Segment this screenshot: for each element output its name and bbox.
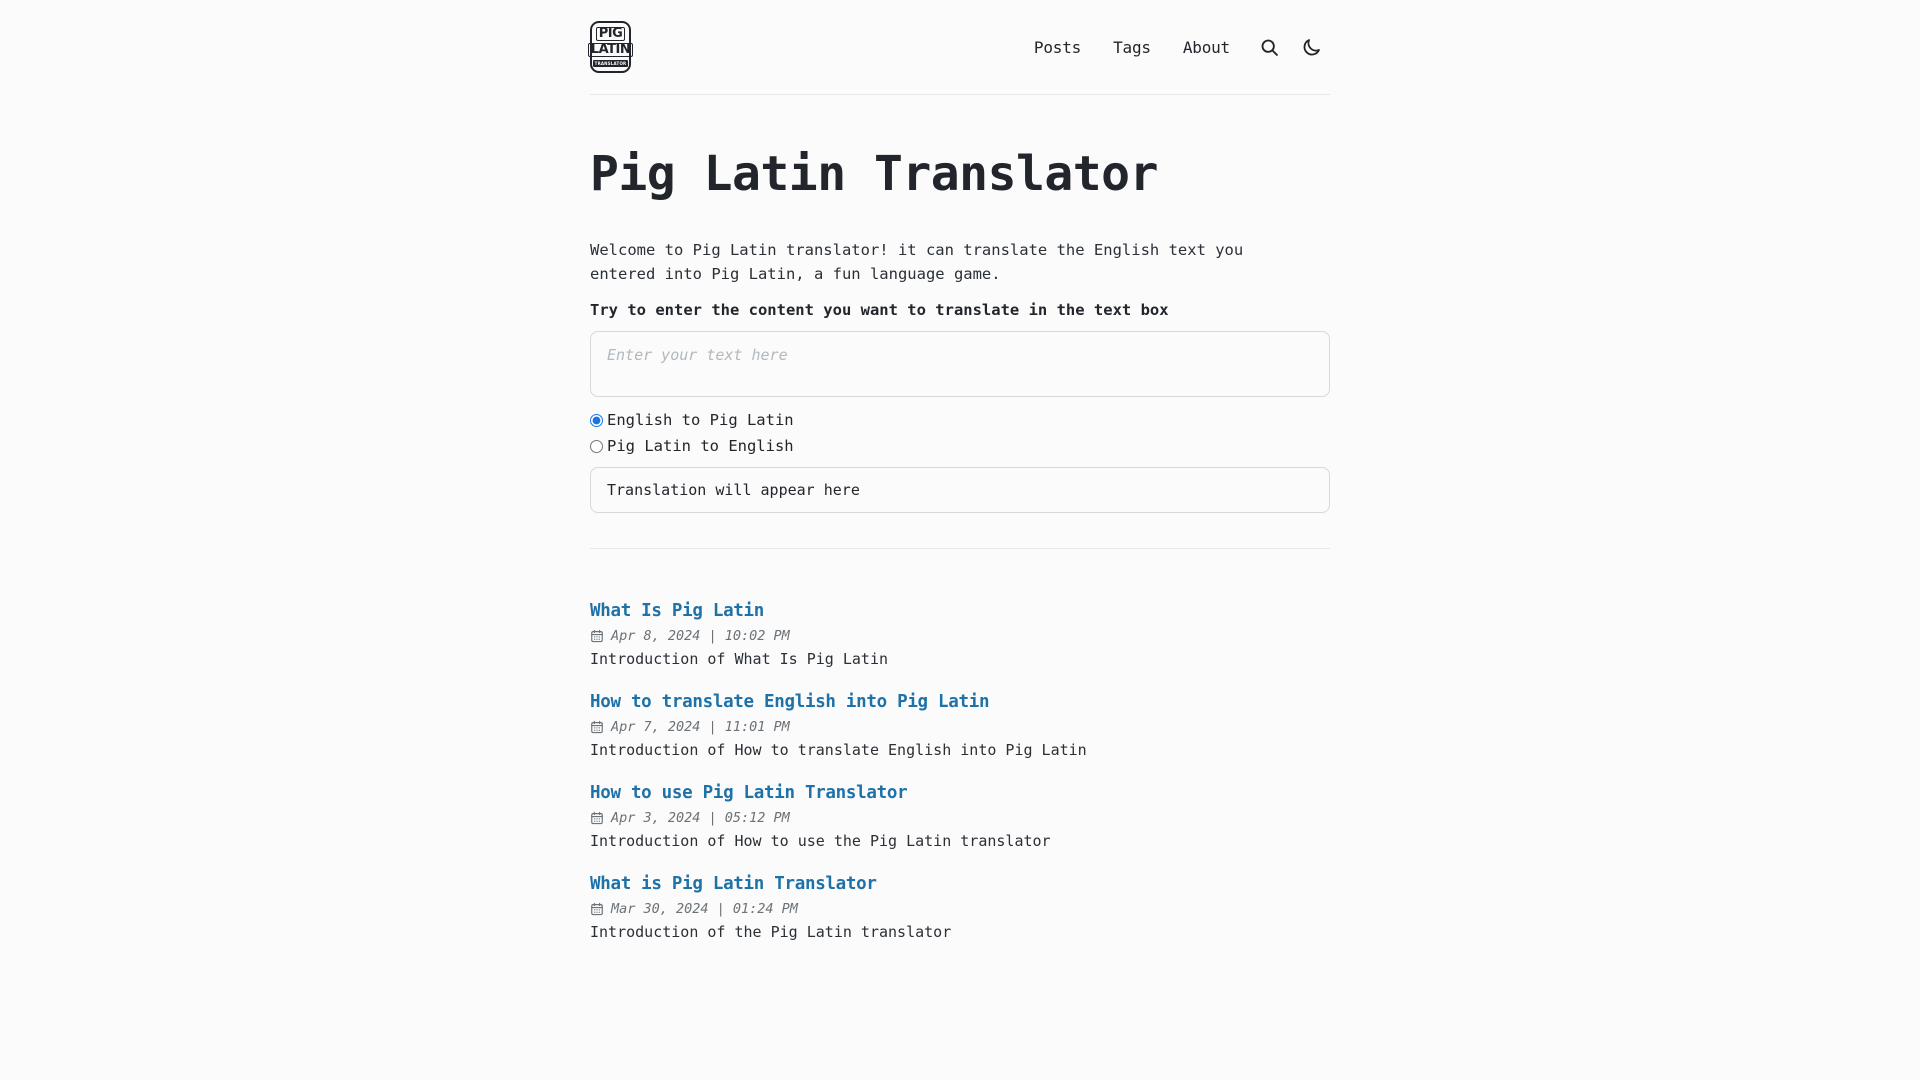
post-date: Apr 8, 2024 | 10:02 PM	[611, 628, 790, 645]
post-title-link[interactable]: What is Pig Latin Translator	[590, 874, 877, 894]
translation-output-text: Translation will appear here	[607, 481, 860, 500]
option-english-to-pig-latin[interactable]: English to Pig Latin	[590, 407, 1330, 433]
post-meta: Apr 8, 2024 | 10:02 PM	[590, 621, 1330, 644]
nav-item-posts[interactable]: Posts	[1018, 30, 1097, 65]
post-list: What Is Pig Latin Apr 8, 2024 | 10:02 PM…	[590, 549, 1330, 941]
content-container: PIG LATIN TRANSLATOR Posts Tags About Pi…	[587, 0, 1330, 941]
option-pig-latin-to-english[interactable]: Pig Latin to English	[590, 433, 1330, 459]
option-label-pig-latin-to-english[interactable]: Pig Latin to English	[605, 437, 794, 455]
radio-english-to-pig-latin[interactable]	[590, 413, 603, 427]
post-meta: Apr 7, 2024 | 11:01 PM	[590, 712, 1330, 735]
site-logo[interactable]: PIG LATIN TRANSLATOR	[587, 21, 634, 73]
instruction-text: Try to enter the content you want to tra…	[590, 301, 1169, 320]
post-meta: Mar 30, 2024 | 01:24 PM	[590, 894, 1330, 917]
calendar-icon	[591, 812, 603, 825]
search-button[interactable]	[1250, 28, 1288, 66]
logo-text-translator: TRANSLATOR	[592, 60, 629, 67]
post-item: What Is Pig Latin Apr 8, 2024 | 10:02 PM…	[590, 601, 1330, 668]
nav-item-tags[interactable]: Tags	[1097, 30, 1167, 65]
calendar-icon	[591, 721, 603, 734]
post-title-link[interactable]: How to use Pig Latin Translator	[590, 783, 908, 803]
translation-input[interactable]	[590, 331, 1330, 398]
post-description: Introduction of How to translate English…	[590, 741, 1087, 760]
post-item: How to use Pig Latin Translator Apr 3, 2…	[590, 783, 1330, 850]
logo-text-latin: LATIN	[587, 43, 634, 57]
post-description: Introduction of What Is Pig Latin	[590, 650, 889, 669]
option-label-english-to-pig-latin[interactable]: English to Pig Latin	[605, 411, 794, 429]
translation-output: Translation will appear here	[590, 467, 1330, 514]
intro-text: Welcome to Pig Latin translator! it can …	[590, 241, 1244, 284]
logo-inner: PIG LATIN TRANSLATOR	[587, 27, 634, 67]
post-date: Apr 7, 2024 | 11:01 PM	[611, 719, 790, 736]
radio-pig-latin-to-english[interactable]	[590, 439, 603, 453]
direction-options: English to Pig Latin Pig Latin to Englis…	[590, 397, 1330, 459]
post-date: Apr 3, 2024 | 05:12 PM	[611, 810, 790, 827]
theme-toggle-button[interactable]	[1292, 28, 1330, 66]
page-root: PIG LATIN TRANSLATOR Posts Tags About Pi…	[0, 0, 1920, 1080]
post-description: Introduction of How to use the Pig Latin…	[590, 832, 1051, 851]
post-title-link[interactable]: How to translate English into Pig Latin	[590, 692, 990, 712]
search-icon	[1261, 39, 1278, 56]
calendar-icon	[591, 630, 603, 643]
nav-item-about[interactable]: About	[1167, 30, 1246, 65]
post-title-link[interactable]: What Is Pig Latin	[590, 601, 764, 621]
logo-text-pig: PIG	[595, 27, 626, 41]
post-date: Mar 30, 2024 | 01:24 PM	[611, 901, 798, 918]
calendar-icon	[591, 903, 603, 916]
post-item: What is Pig Latin Translator Mar 30, 202…	[590, 874, 1330, 941]
post-meta: Apr 3, 2024 | 05:12 PM	[590, 803, 1330, 826]
site-header: PIG LATIN TRANSLATOR Posts Tags About	[587, 0, 1330, 94]
moon-icon	[1303, 38, 1320, 55]
post-item: How to translate English into Pig Latin	[590, 692, 1330, 759]
main-nav: Posts Tags About	[1018, 28, 1330, 66]
post-description: Introduction of the Pig Latin translator	[590, 923, 952, 942]
page-title: Pig Latin Translator	[590, 146, 1158, 202]
